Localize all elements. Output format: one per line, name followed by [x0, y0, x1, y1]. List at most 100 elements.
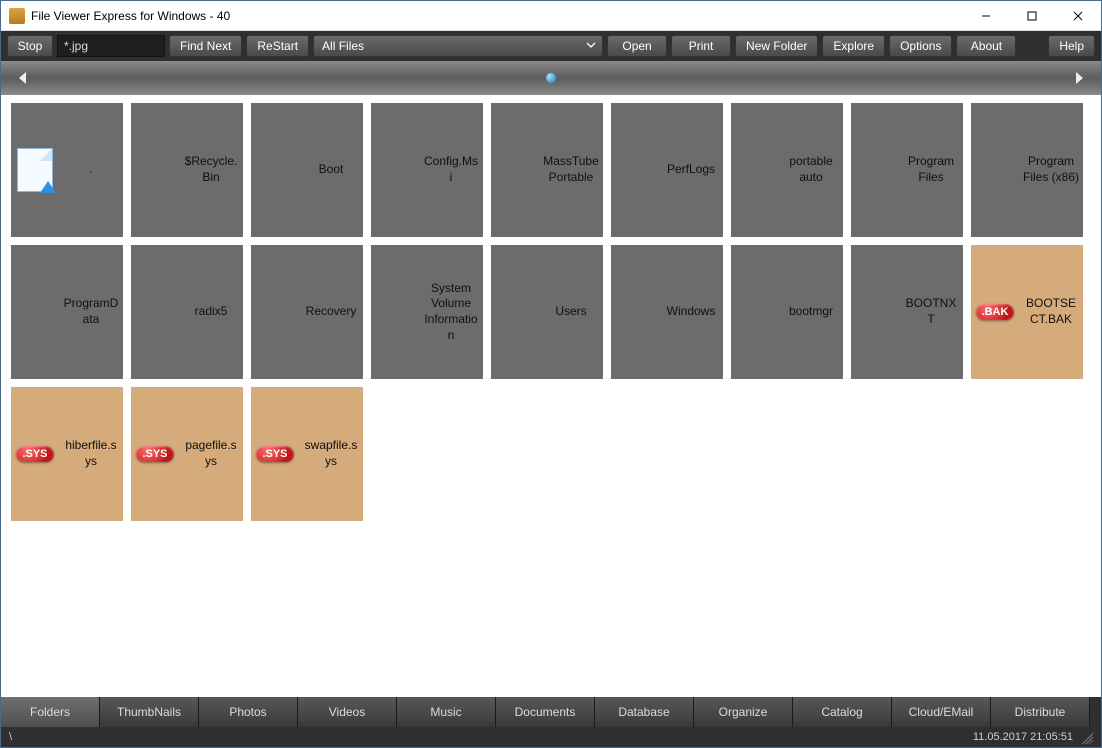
nav-next-button[interactable] [1069, 68, 1089, 88]
folder-item[interactable]: $Recycle.Bin [131, 103, 243, 237]
nav-position-indicator[interactable] [546, 73, 556, 83]
item-label: hiberfile.sys [59, 387, 123, 521]
item-label: Boot [299, 103, 363, 237]
open-button[interactable]: Open [607, 35, 667, 57]
file-grid: . $Recycle.Bin BootConfig.Msi MassTubePorta… [11, 103, 1091, 521]
new-folder-button[interactable]: New Folder [735, 35, 818, 57]
folder-item[interactable]: Recovery [251, 245, 363, 379]
folder-icon [131, 103, 179, 237]
folder-item[interactable]: ProgramData [11, 245, 123, 379]
bottom-tab-distribute[interactable]: Distribute [991, 697, 1090, 727]
folder-icon [491, 245, 539, 379]
status-bar: \ 11.05.2017 21:05:51 [1, 727, 1101, 747]
nav-prev-button[interactable] [13, 68, 33, 88]
stop-button[interactable]: Stop [7, 35, 53, 57]
extension-badge: .SYS [16, 446, 53, 462]
folder-item[interactable]: Users [491, 245, 603, 379]
item-label: swapfile.sys [299, 387, 363, 521]
bottom-tab-thumbnails[interactable]: ThumbNails [100, 697, 199, 727]
file-item[interactable]: .SYS pagefile.sys [131, 387, 243, 521]
item-label: pagefile.sys [179, 387, 243, 521]
folder-icon [731, 245, 779, 379]
close-button[interactable] [1055, 1, 1101, 31]
folder-item[interactable]: BOOTNXT [851, 245, 963, 379]
item-label: radix5 [179, 245, 243, 379]
bottom-tab-catalog[interactable]: Catalog [793, 697, 892, 727]
file-item[interactable]: .BAKBOOTSECT.BAK [971, 245, 1083, 379]
item-label: BOOTNXT [899, 245, 963, 379]
item-label: . [59, 103, 123, 237]
folder-icon [851, 103, 899, 237]
bottom-tab-photos[interactable]: Photos [199, 697, 298, 727]
toolbar: Stop Find Next ReStart All Files Open Pr… [1, 31, 1101, 61]
file-item[interactable]: .SYS hiberfile.sys [11, 387, 123, 521]
chevron-down-icon [586, 39, 596, 53]
folder-item[interactable]: Config.Msi [371, 103, 483, 237]
bottom-tab-music[interactable]: Music [397, 697, 496, 727]
folder-item[interactable]: Program Files (x86) [971, 103, 1083, 237]
folder-item[interactable]: System Volume Information [371, 245, 483, 379]
folder-item[interactable]: Program Files [851, 103, 963, 237]
folder-item[interactable]: bootmgr [731, 245, 843, 379]
folder-icon [11, 245, 59, 379]
resize-grip-icon[interactable] [1079, 730, 1093, 744]
window-title: File Viewer Express for Windows - 40 [31, 9, 230, 23]
folder-icon [491, 103, 539, 237]
folder-icon [971, 103, 1019, 237]
folder-icon [251, 103, 299, 237]
folder-item[interactable]: Windows [611, 245, 723, 379]
item-label: $Recycle.Bin [179, 103, 243, 237]
folder-icon [131, 245, 179, 379]
folder-item[interactable]: MassTubePortable [491, 103, 603, 237]
status-timestamp: 11.05.2017 21:05:51 [973, 731, 1073, 743]
item-label: portable auto [779, 103, 843, 237]
item-label: PerfLogs [659, 103, 723, 237]
item-label: Windows [659, 245, 723, 379]
help-button[interactable]: Help [1048, 35, 1095, 57]
about-button[interactable]: About [956, 35, 1016, 57]
print-button[interactable]: Print [671, 35, 731, 57]
bottom-tab-folders[interactable]: Folders [1, 697, 100, 727]
bottom-tab-organize[interactable]: Organize [694, 697, 793, 727]
bottom-tab-documents[interactable]: Documents [496, 697, 595, 727]
folder-icon [851, 245, 899, 379]
extension-badge: .SYS [256, 446, 293, 462]
minimize-button[interactable] [963, 1, 1009, 31]
filetype-dropdown[interactable]: All Files [313, 35, 603, 57]
folder-item[interactable]: radix5 [131, 245, 243, 379]
options-button[interactable]: Options [889, 35, 952, 57]
item-label: Users [539, 245, 603, 379]
file-extension-badge: .SYS [131, 387, 179, 521]
find-next-button[interactable]: Find Next [169, 35, 242, 57]
file-grid-area: . $Recycle.Bin BootConfig.Msi MassTubePorta… [1, 95, 1101, 697]
explore-button[interactable]: Explore [822, 35, 885, 57]
bottom-tabs: FoldersThumbNailsPhotosVideosMusicDocume… [1, 697, 1101, 727]
bottom-tab-database[interactable]: Database [595, 697, 694, 727]
folder-icon [371, 245, 419, 379]
status-path: \ [9, 731, 12, 743]
folder-item[interactable]: portable auto [731, 103, 843, 237]
file-extension-badge: .SYS [11, 387, 59, 521]
folder-item[interactable]: PerfLogs [611, 103, 723, 237]
nav-strip [1, 61, 1101, 95]
titlebar: File Viewer Express for Windows - 40 [1, 1, 1101, 31]
maximize-button[interactable] [1009, 1, 1055, 31]
parent-folder-item[interactable]: . [11, 103, 123, 237]
item-label: BOOTSECT.BAK [1019, 245, 1083, 379]
file-item[interactable]: .SYS swapfile.sys [251, 387, 363, 521]
bottom-tab-videos[interactable]: Videos [298, 697, 397, 727]
restart-button[interactable]: ReStart [246, 35, 309, 57]
app-window: File Viewer Express for Windows - 40 Sto… [0, 0, 1102, 748]
extension-badge: .BAK [976, 304, 1015, 320]
folder-icon [731, 103, 779, 237]
item-label: Program Files [899, 103, 963, 237]
up-folder-icon [11, 103, 59, 237]
folder-icon [251, 245, 299, 379]
item-label: bootmgr [779, 245, 843, 379]
bottom-tab-cloud-email[interactable]: Cloud/EMail [892, 697, 991, 727]
extension-badge: .SYS [136, 446, 173, 462]
filter-input[interactable] [57, 35, 165, 57]
item-label: ProgramData [59, 245, 123, 379]
folder-item[interactable]: Boot [251, 103, 363, 237]
item-label: MassTubePortable [539, 103, 603, 237]
